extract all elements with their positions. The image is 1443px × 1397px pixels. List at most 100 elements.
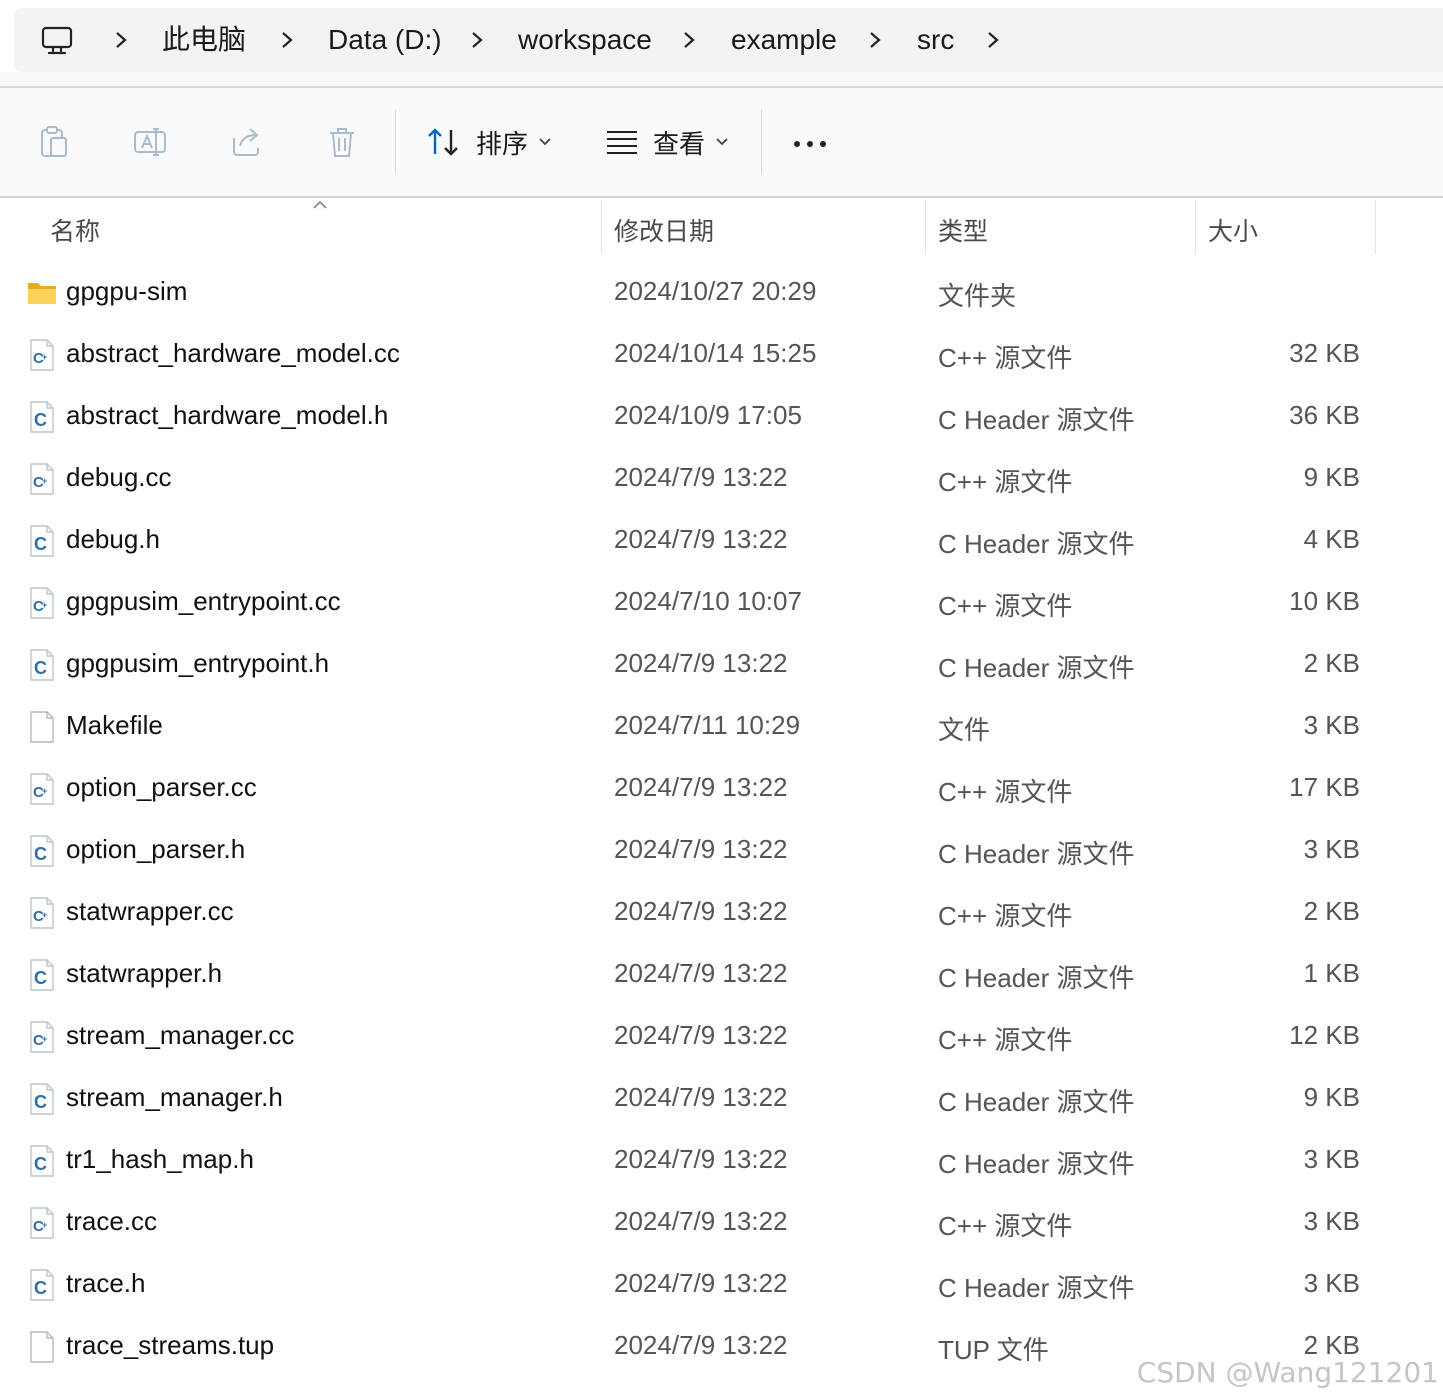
breadcrumb-item-workspace[interactable]: workspace bbox=[518, 24, 652, 56]
file-name: statwrapper.h bbox=[66, 958, 223, 988]
file-row[interactable]: Ctrace.h 2024/7/9 13:22 C Header 源文件 3 KB bbox=[0, 1254, 1443, 1316]
file-modified: 2024/7/10 10:07 bbox=[614, 586, 802, 616]
c-header-icon: C bbox=[28, 1082, 56, 1116]
svg-text:+: + bbox=[42, 1220, 47, 1230]
chevron-right-icon[interactable] bbox=[982, 28, 1004, 52]
file-type: C Header 源文件 bbox=[938, 839, 1135, 869]
file-row[interactable]: Cabstract_hardware_model.h 2024/10/9 17:0… bbox=[0, 386, 1443, 448]
file-row[interactable]: Cgpgpusim_entrypoint.h 2024/7/9 13:22 C He… bbox=[0, 634, 1443, 696]
file-size: 1 KB bbox=[1303, 958, 1360, 988]
blank-file-icon bbox=[28, 710, 56, 744]
file-modified: 2024/7/9 13:22 bbox=[614, 772, 788, 802]
file-row[interactable]: C + trace.cc 2024/7/9 13:22 C++ 源文件 3 KB bbox=[0, 1192, 1443, 1254]
chevron-down-icon bbox=[716, 138, 728, 146]
column-divider[interactable] bbox=[601, 200, 602, 254]
c-header-icon: C bbox=[28, 1144, 56, 1178]
file-type: C Header 源文件 bbox=[938, 1087, 1135, 1117]
svg-text:+: + bbox=[42, 786, 47, 796]
file-modified: 2024/7/9 13:22 bbox=[614, 648, 788, 678]
c-header-icon: C bbox=[28, 1268, 56, 1302]
paste-icon[interactable] bbox=[36, 124, 72, 160]
file-name: Makefile bbox=[66, 710, 163, 740]
file-modified: 2024/7/9 13:22 bbox=[614, 896, 788, 926]
column-header-size[interactable]: 大小 bbox=[1208, 212, 1258, 248]
file-row[interactable]: C + statwrapper.cc 2024/7/9 13:22 C++ 源文件 2 K… bbox=[0, 882, 1443, 944]
file-type: C Header 源文件 bbox=[938, 963, 1135, 993]
file-size: 3 KB bbox=[1303, 1144, 1360, 1174]
svg-text:+: + bbox=[42, 910, 47, 920]
breadcrumb-item-example[interactable]: example bbox=[731, 24, 837, 56]
c-header-icon: C bbox=[28, 400, 56, 434]
file-row[interactable]: Makefile 2024/7/11 10:29 文件 3 KB bbox=[0, 696, 1443, 758]
column-divider[interactable] bbox=[925, 200, 926, 254]
svg-text:C: C bbox=[34, 844, 47, 864]
file-row[interactable]: C + stream_manager.cc 2024/7/9 13:22 C++ 源文件… bbox=[0, 1006, 1443, 1068]
file-type: C++ 源文件 bbox=[938, 777, 1073, 807]
file-size: 3 KB bbox=[1303, 710, 1360, 740]
column-divider[interactable] bbox=[1195, 200, 1196, 254]
file-name: gpgpusim_entrypoint.h bbox=[66, 648, 330, 678]
column-header-modified[interactable]: 修改日期 bbox=[614, 212, 714, 248]
breadcrumb-item-data-drive[interactable]: Data (D:) bbox=[328, 24, 442, 56]
column-header-name[interactable]: 名称 bbox=[50, 212, 100, 248]
delete-icon[interactable] bbox=[324, 124, 360, 160]
file-row[interactable]: Cstream_manager.h 2024/7/9 13:22 C Header … bbox=[0, 1068, 1443, 1130]
file-modified: 2024/7/9 13:22 bbox=[614, 462, 788, 492]
file-row[interactable]: Cstatwrapper.h 2024/7/9 13:22 C Header 源文件… bbox=[0, 944, 1443, 1006]
column-divider[interactable] bbox=[1375, 200, 1376, 254]
share-icon[interactable] bbox=[228, 124, 264, 160]
file-name: gpgpu-sim bbox=[66, 276, 188, 306]
breadcrumb-item-this-pc[interactable]: 此电脑 bbox=[162, 24, 246, 56]
cpp-source-icon: C + bbox=[28, 338, 56, 372]
address-bar[interactable]: 此电脑 Data (D:) workspace example src bbox=[14, 8, 1443, 72]
file-row[interactable]: C + option_parser.cc 2024/7/9 13:22 C++ 源文件 1… bbox=[0, 758, 1443, 820]
rename-icon[interactable] bbox=[132, 124, 168, 160]
file-modified: 2024/10/9 17:05 bbox=[614, 400, 802, 430]
svg-text:C: C bbox=[34, 1278, 47, 1298]
file-name: stream_manager.cc bbox=[66, 1020, 295, 1050]
view-button[interactable]: 查看 bbox=[605, 118, 729, 166]
svg-text:C: C bbox=[34, 534, 47, 554]
svg-text:C: C bbox=[34, 968, 47, 988]
chevron-right-icon[interactable] bbox=[466, 28, 488, 52]
file-row[interactable]: Ctr1_hash_map.h 2024/7/9 13:22 C Header 源文… bbox=[0, 1130, 1443, 1192]
file-type: C Header 源文件 bbox=[938, 529, 1135, 559]
toolbar-divider bbox=[761, 110, 762, 174]
file-size: 3 KB bbox=[1303, 834, 1360, 864]
file-row[interactable]: Cdebug.h 2024/7/9 13:22 C Header 源文件 4 KB bbox=[0, 510, 1443, 572]
breadcrumb: 此电脑 Data (D:) workspace example src bbox=[14, 8, 1443, 72]
svg-text:C: C bbox=[34, 1092, 47, 1112]
breadcrumb-item-src[interactable]: src bbox=[917, 24, 954, 56]
column-header-type[interactable]: 类型 bbox=[938, 212, 988, 248]
file-modified: 2024/7/9 13:22 bbox=[614, 1082, 788, 1112]
file-name: tr1_hash_map.h bbox=[66, 1144, 254, 1174]
file-name: gpgpusim_entrypoint.cc bbox=[66, 586, 341, 616]
more-options-icon[interactable] bbox=[792, 140, 828, 148]
file-size: 2 KB bbox=[1303, 896, 1360, 926]
chevron-right-icon[interactable] bbox=[678, 28, 700, 52]
command-bar: 排序 查看 bbox=[0, 88, 1443, 196]
computer-icon[interactable] bbox=[40, 24, 74, 58]
chevron-right-icon[interactable] bbox=[276, 28, 298, 52]
file-row[interactable]: gpgpu-sim 2024/10/27 20:29 文件夹 bbox=[0, 262, 1443, 324]
chevron-right-icon[interactable] bbox=[110, 28, 132, 52]
file-modified: 2024/7/9 13:22 bbox=[614, 1206, 788, 1236]
cpp-source-icon: C + bbox=[28, 1206, 56, 1240]
file-row[interactable]: C + abstract_hardware_model.cc 2024/10/14 1… bbox=[0, 324, 1443, 386]
c-header-icon: C bbox=[28, 834, 56, 868]
file-row[interactable]: C + debug.cc 2024/7/9 13:22 C++ 源文件 9 KB bbox=[0, 448, 1443, 510]
svg-text:+: + bbox=[42, 600, 47, 610]
svg-text:+: + bbox=[42, 352, 47, 362]
svg-text:C: C bbox=[34, 1154, 47, 1174]
file-type: 文件夹 bbox=[938, 281, 1017, 311]
file-type: C++ 源文件 bbox=[938, 1211, 1073, 1241]
file-type: C++ 源文件 bbox=[938, 343, 1073, 373]
svg-text:+: + bbox=[42, 476, 47, 486]
chevron-right-icon[interactable] bbox=[864, 28, 886, 52]
sort-button[interactable]: 排序 bbox=[426, 118, 552, 166]
svg-text:C: C bbox=[34, 410, 47, 430]
file-name: trace_streams.tup bbox=[66, 1330, 275, 1360]
divider bbox=[0, 196, 1443, 198]
file-row[interactable]: C + gpgpusim_entrypoint.cc 2024/7/10 10:07 C… bbox=[0, 572, 1443, 634]
file-row[interactable]: Coption_parser.h 2024/7/9 13:22 C Header 源… bbox=[0, 820, 1443, 882]
